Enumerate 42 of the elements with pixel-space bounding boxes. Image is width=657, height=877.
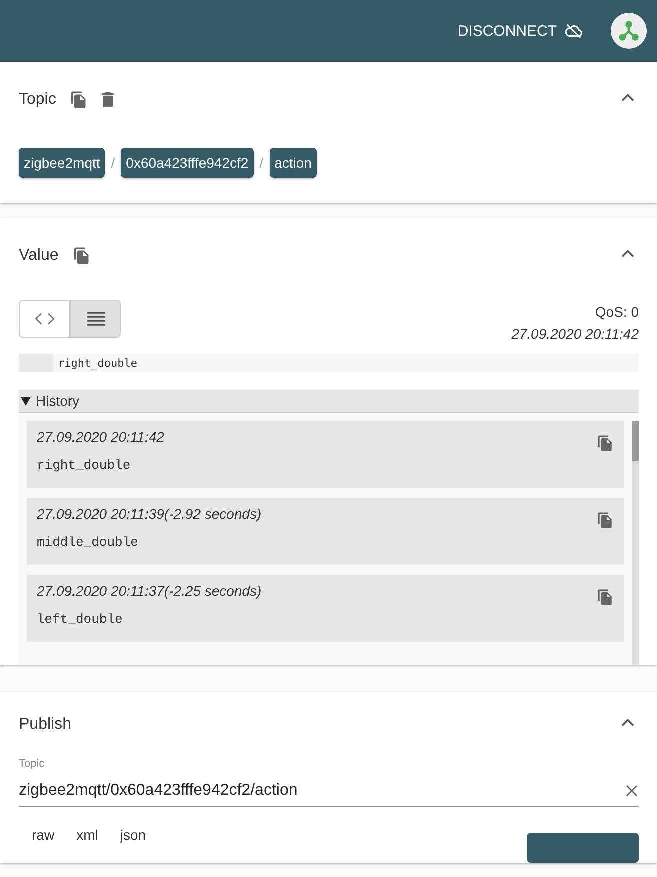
message-timestamp: 27.09.2020 20:11:42 [512,326,639,342]
history-payload: left_double [37,612,124,627]
history-payload: middle_double [37,535,140,550]
copy-icon[interactable] [70,91,88,109]
app-logo[interactable] [611,13,647,49]
scrollbar[interactable] [632,421,639,665]
copy-icon[interactable] [72,247,91,265]
path-separator: / [260,155,264,171]
section-title: Publish [19,716,72,734]
payload-text: right_double [57,356,138,370]
history-item[interactable]: 27.09.2020 20:11:37(-2.25 seconds) left_double [27,575,624,642]
cloud-off-icon [565,23,583,39]
section-title: Value [19,247,59,265]
caret-icon [21,396,31,406]
qos-label: QoS: 0 [595,304,639,320]
disconnect-button[interactable]: DISCONNECT [450,16,591,46]
history-toggle[interactable]: History [19,390,639,413]
view-toggle-button[interactable] [19,300,70,338]
copy-icon[interactable] [597,589,614,606]
path-separator: / [111,155,116,171]
code-icon [34,312,56,326]
copy-icon[interactable] [597,435,614,452]
history-timestamp: 27.09.2020 20:11:42 [37,429,166,445]
history-timestamp: 27.09.2020 20:11:39(-2.92 seconds) [37,506,263,522]
history-item[interactable]: 27.09.2020 20:11:42 right_double [27,421,624,488]
format-option[interactable]: raw [27,827,60,843]
clear-icon[interactable] [625,784,639,798]
format-option[interactable]: xml [72,827,104,843]
history-payload: right_double [37,458,132,473]
topic-chip[interactable]: 0x60a423fffe942cf2 [121,148,254,178]
network-icon [618,20,640,42]
copy-icon[interactable] [597,512,614,529]
section-title: Topic [19,91,56,109]
history-timestamp: 27.09.2020 20:11:37(-2.25 seconds) [37,583,263,599]
lines-icon [86,311,106,327]
format-option[interactable]: json [115,827,152,843]
topic-input[interactable]: zigbee2mqtt/0x60a423fffe942cf2/action [19,782,625,800]
topic-chip[interactable]: zigbee2mqtt [19,148,106,178]
topic-chip[interactable]: action [270,148,317,178]
history-item[interactable]: 27.09.2020 20:11:39(-2.92 seconds) middle_double [27,498,624,565]
view-toggle-button[interactable] [70,300,121,338]
field-label: Topic [19,758,46,770]
